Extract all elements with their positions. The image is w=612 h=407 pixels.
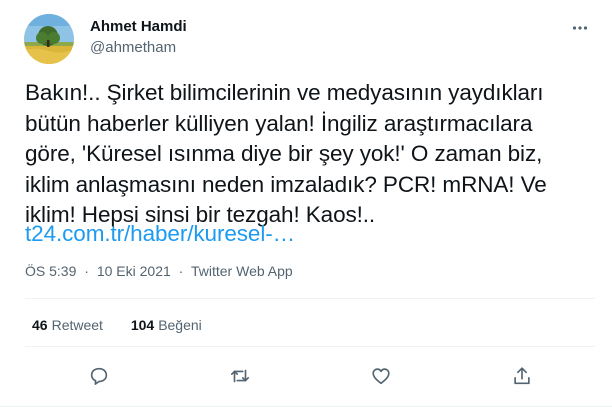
author-display-name[interactable]: Ahmet Hamdi bbox=[90, 18, 187, 35]
retweets-stat[interactable]: 46 Retweet bbox=[32, 317, 103, 333]
more-icon bbox=[572, 26, 588, 30]
tweet-stats: 46 Retweet 104 Beğeni bbox=[32, 317, 202, 333]
divider bbox=[25, 298, 595, 299]
retweets-label: Retweet bbox=[51, 317, 103, 333]
tweet-meta: ÖS 5:39 · 10 Eki 2021 · Twitter Web App bbox=[25, 263, 293, 279]
author-handle[interactable]: @ahmetham bbox=[90, 39, 176, 56]
retweet-icon bbox=[230, 369, 250, 383]
divider bbox=[25, 346, 595, 347]
avatar[interactable] bbox=[24, 14, 74, 64]
like-icon bbox=[372, 368, 390, 385]
like-button[interactable] bbox=[363, 358, 399, 394]
tweet-text: Bakın!.. Şirket bilimcilerinin ve medyas… bbox=[25, 80, 547, 227]
likes-stat[interactable]: 104 Beğeni bbox=[131, 317, 202, 333]
retweet-button[interactable] bbox=[222, 358, 258, 394]
meta-separator: · bbox=[84, 263, 89, 279]
likes-label: Beğeni bbox=[158, 317, 202, 333]
reply-icon bbox=[90, 367, 108, 385]
likes-count: 104 bbox=[130, 317, 155, 333]
reply-button[interactable] bbox=[81, 358, 117, 394]
meta-separator: · bbox=[178, 263, 184, 279]
tweet-date[interactable]: 10 Eki 2021 bbox=[97, 263, 171, 279]
tweet-card: Ahmet Hamdi @ahmetham Bakın!.. Şirket bi… bbox=[0, 0, 612, 407]
tweet-source[interactable]: Twitter Web App bbox=[191, 263, 293, 279]
share-button[interactable] bbox=[504, 358, 540, 394]
retweets-count: 46 bbox=[32, 317, 48, 333]
tweet-link[interactable]: t24.com.tr/haber/kuresel-… bbox=[25, 219, 295, 250]
avatar-image bbox=[24, 14, 74, 64]
more-options-button[interactable] bbox=[566, 14, 594, 42]
tweet-time[interactable]: ÖS 5:39 bbox=[25, 263, 76, 279]
share-icon bbox=[514, 367, 530, 385]
action-bar bbox=[25, 358, 595, 394]
